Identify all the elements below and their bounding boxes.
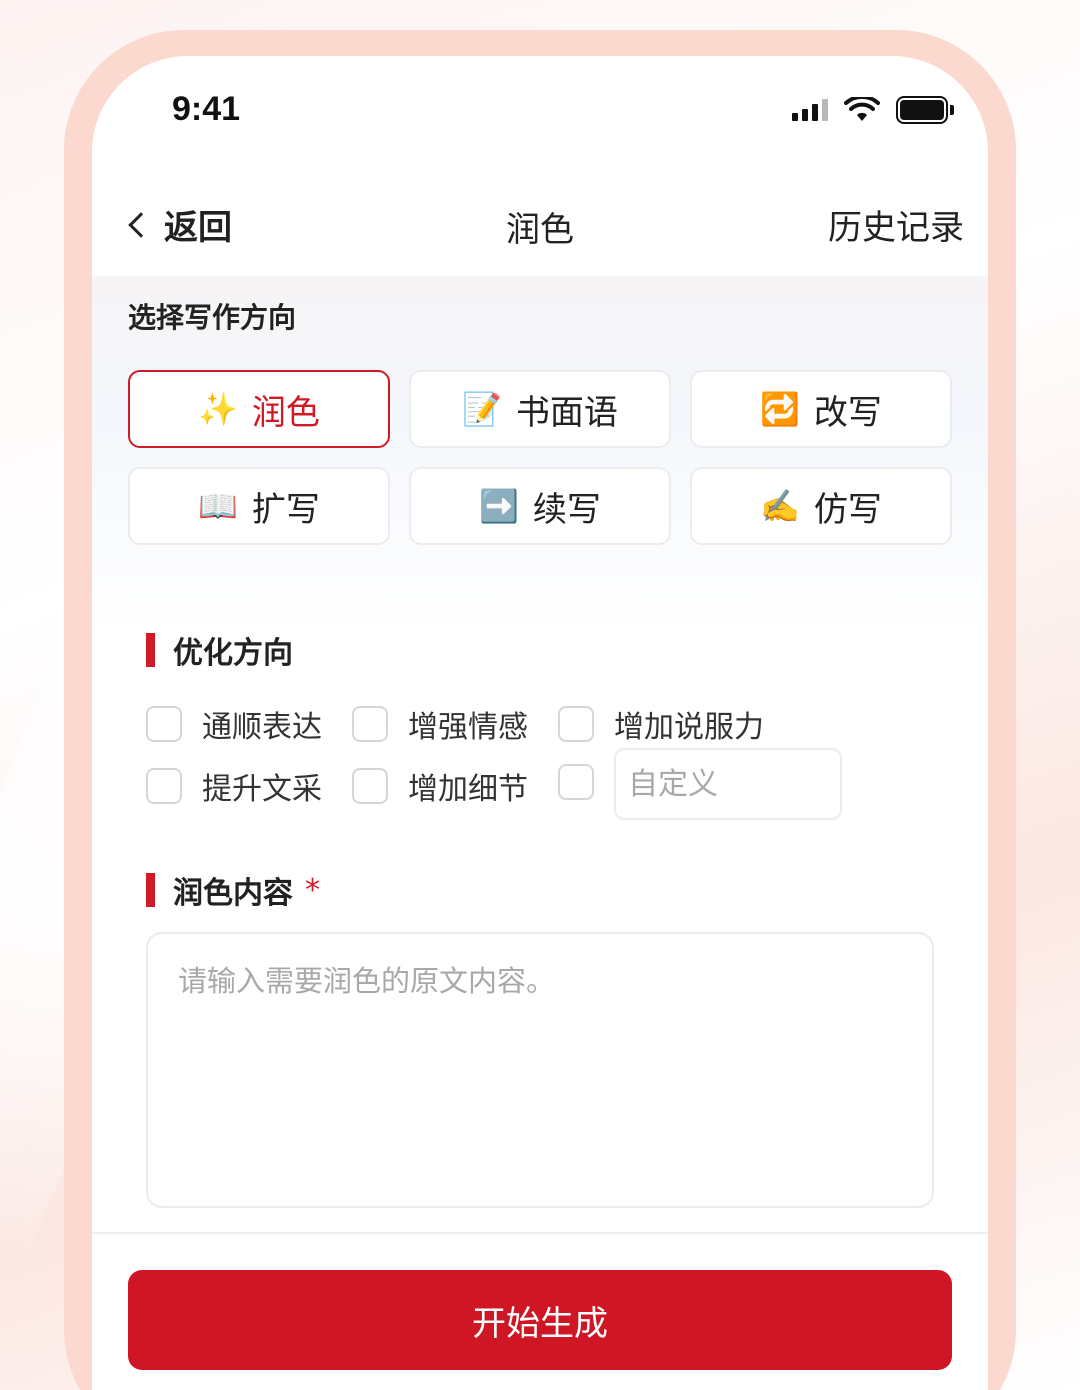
mode-button-rewrite[interactable]: 🔁 改写 — [690, 370, 952, 448]
content-title: 润色内容 — [173, 876, 293, 911]
status-time: 9:41 — [172, 90, 241, 128]
signal-icon — [792, 99, 828, 121]
option-label: 增加说服力 — [614, 710, 764, 745]
generate-button[interactable]: 开始生成 — [128, 1270, 952, 1370]
mode-label: 续写 — [532, 489, 601, 530]
checkbox[interactable] — [146, 706, 182, 742]
optimize-title: 优化方向 — [173, 636, 293, 671]
mode-button-formal[interactable]: 📝 书面语 — [409, 370, 671, 448]
mode-button-expand[interactable]: 📖 扩写 — [128, 467, 390, 545]
optimize-section-header: 优化方向 — [146, 628, 293, 672]
nav-bar: 返回 润色 历史记录 — [92, 186, 988, 266]
battery-icon — [896, 96, 954, 124]
option-label: 提升文采 — [202, 772, 322, 807]
phone-screen: 9:41 返回 润色 历史记录 选择写作方向 ✨ 润色 📝 书面语 🔁 改写 📖… — [92, 56, 988, 1390]
repeat-icon: 🔁 — [760, 390, 800, 428]
checkbox[interactable] — [146, 768, 182, 804]
mode-button-continue[interactable]: ➡️ 续写 — [409, 467, 671, 545]
back-label: 返回 — [164, 208, 232, 248]
mode-label: 仿写 — [813, 489, 882, 530]
memo-icon: 📝 — [462, 390, 502, 428]
writing-direction-title: 选择写作方向 — [128, 301, 297, 334]
checkbox[interactable] — [352, 768, 388, 804]
option-persuasive[interactable]: 增加说服力 — [558, 702, 764, 746]
section-accent-bar — [146, 873, 155, 907]
content-section-header: 润色内容 * — [146, 868, 320, 912]
checkbox[interactable] — [558, 764, 594, 800]
required-mark: * — [305, 872, 320, 908]
right-arrow-icon: ➡️ — [479, 487, 519, 525]
writing-hand-icon: ✍️ — [760, 487, 800, 525]
mode-button-polish[interactable]: ✨ 润色 — [128, 370, 390, 448]
history-button[interactable]: 历史记录 — [828, 200, 964, 249]
back-button[interactable]: 返回 — [126, 200, 232, 249]
custom-option-input[interactable] — [614, 748, 842, 820]
status-bar: 9:41 — [92, 56, 988, 166]
chevron-left-icon — [128, 211, 154, 238]
mode-label: 改写 — [813, 392, 882, 433]
mode-label: 扩写 — [251, 489, 320, 530]
open-book-icon: 📖 — [198, 487, 238, 525]
option-literary[interactable]: 提升文采 — [146, 764, 322, 808]
mode-label: 书面语 — [515, 392, 618, 433]
divider — [92, 1232, 988, 1234]
option-label: 增强情感 — [408, 710, 528, 745]
checkbox[interactable] — [558, 706, 594, 742]
option-label: 增加细节 — [408, 772, 528, 807]
section-accent-bar — [146, 633, 155, 667]
status-icons — [792, 96, 954, 124]
checkbox[interactable] — [352, 706, 388, 742]
wifi-icon — [844, 97, 880, 121]
option-fluent[interactable]: 通顺表达 — [146, 702, 322, 746]
option-emotion[interactable]: 增强情感 — [352, 702, 528, 746]
option-label: 通顺表达 — [202, 710, 322, 745]
option-custom[interactable] — [558, 764, 594, 800]
mode-label: 润色 — [251, 392, 320, 433]
mode-button-imitate[interactable]: ✍️ 仿写 — [690, 467, 952, 545]
writing-mode-grid: ✨ 润色 📝 书面语 🔁 改写 📖 扩写 ➡️ 续写 ✍️ 仿写 — [128, 370, 952, 545]
content-textarea[interactable] — [146, 932, 934, 1208]
option-details[interactable]: 增加细节 — [352, 764, 528, 808]
sparkles-icon: ✨ — [198, 390, 238, 428]
